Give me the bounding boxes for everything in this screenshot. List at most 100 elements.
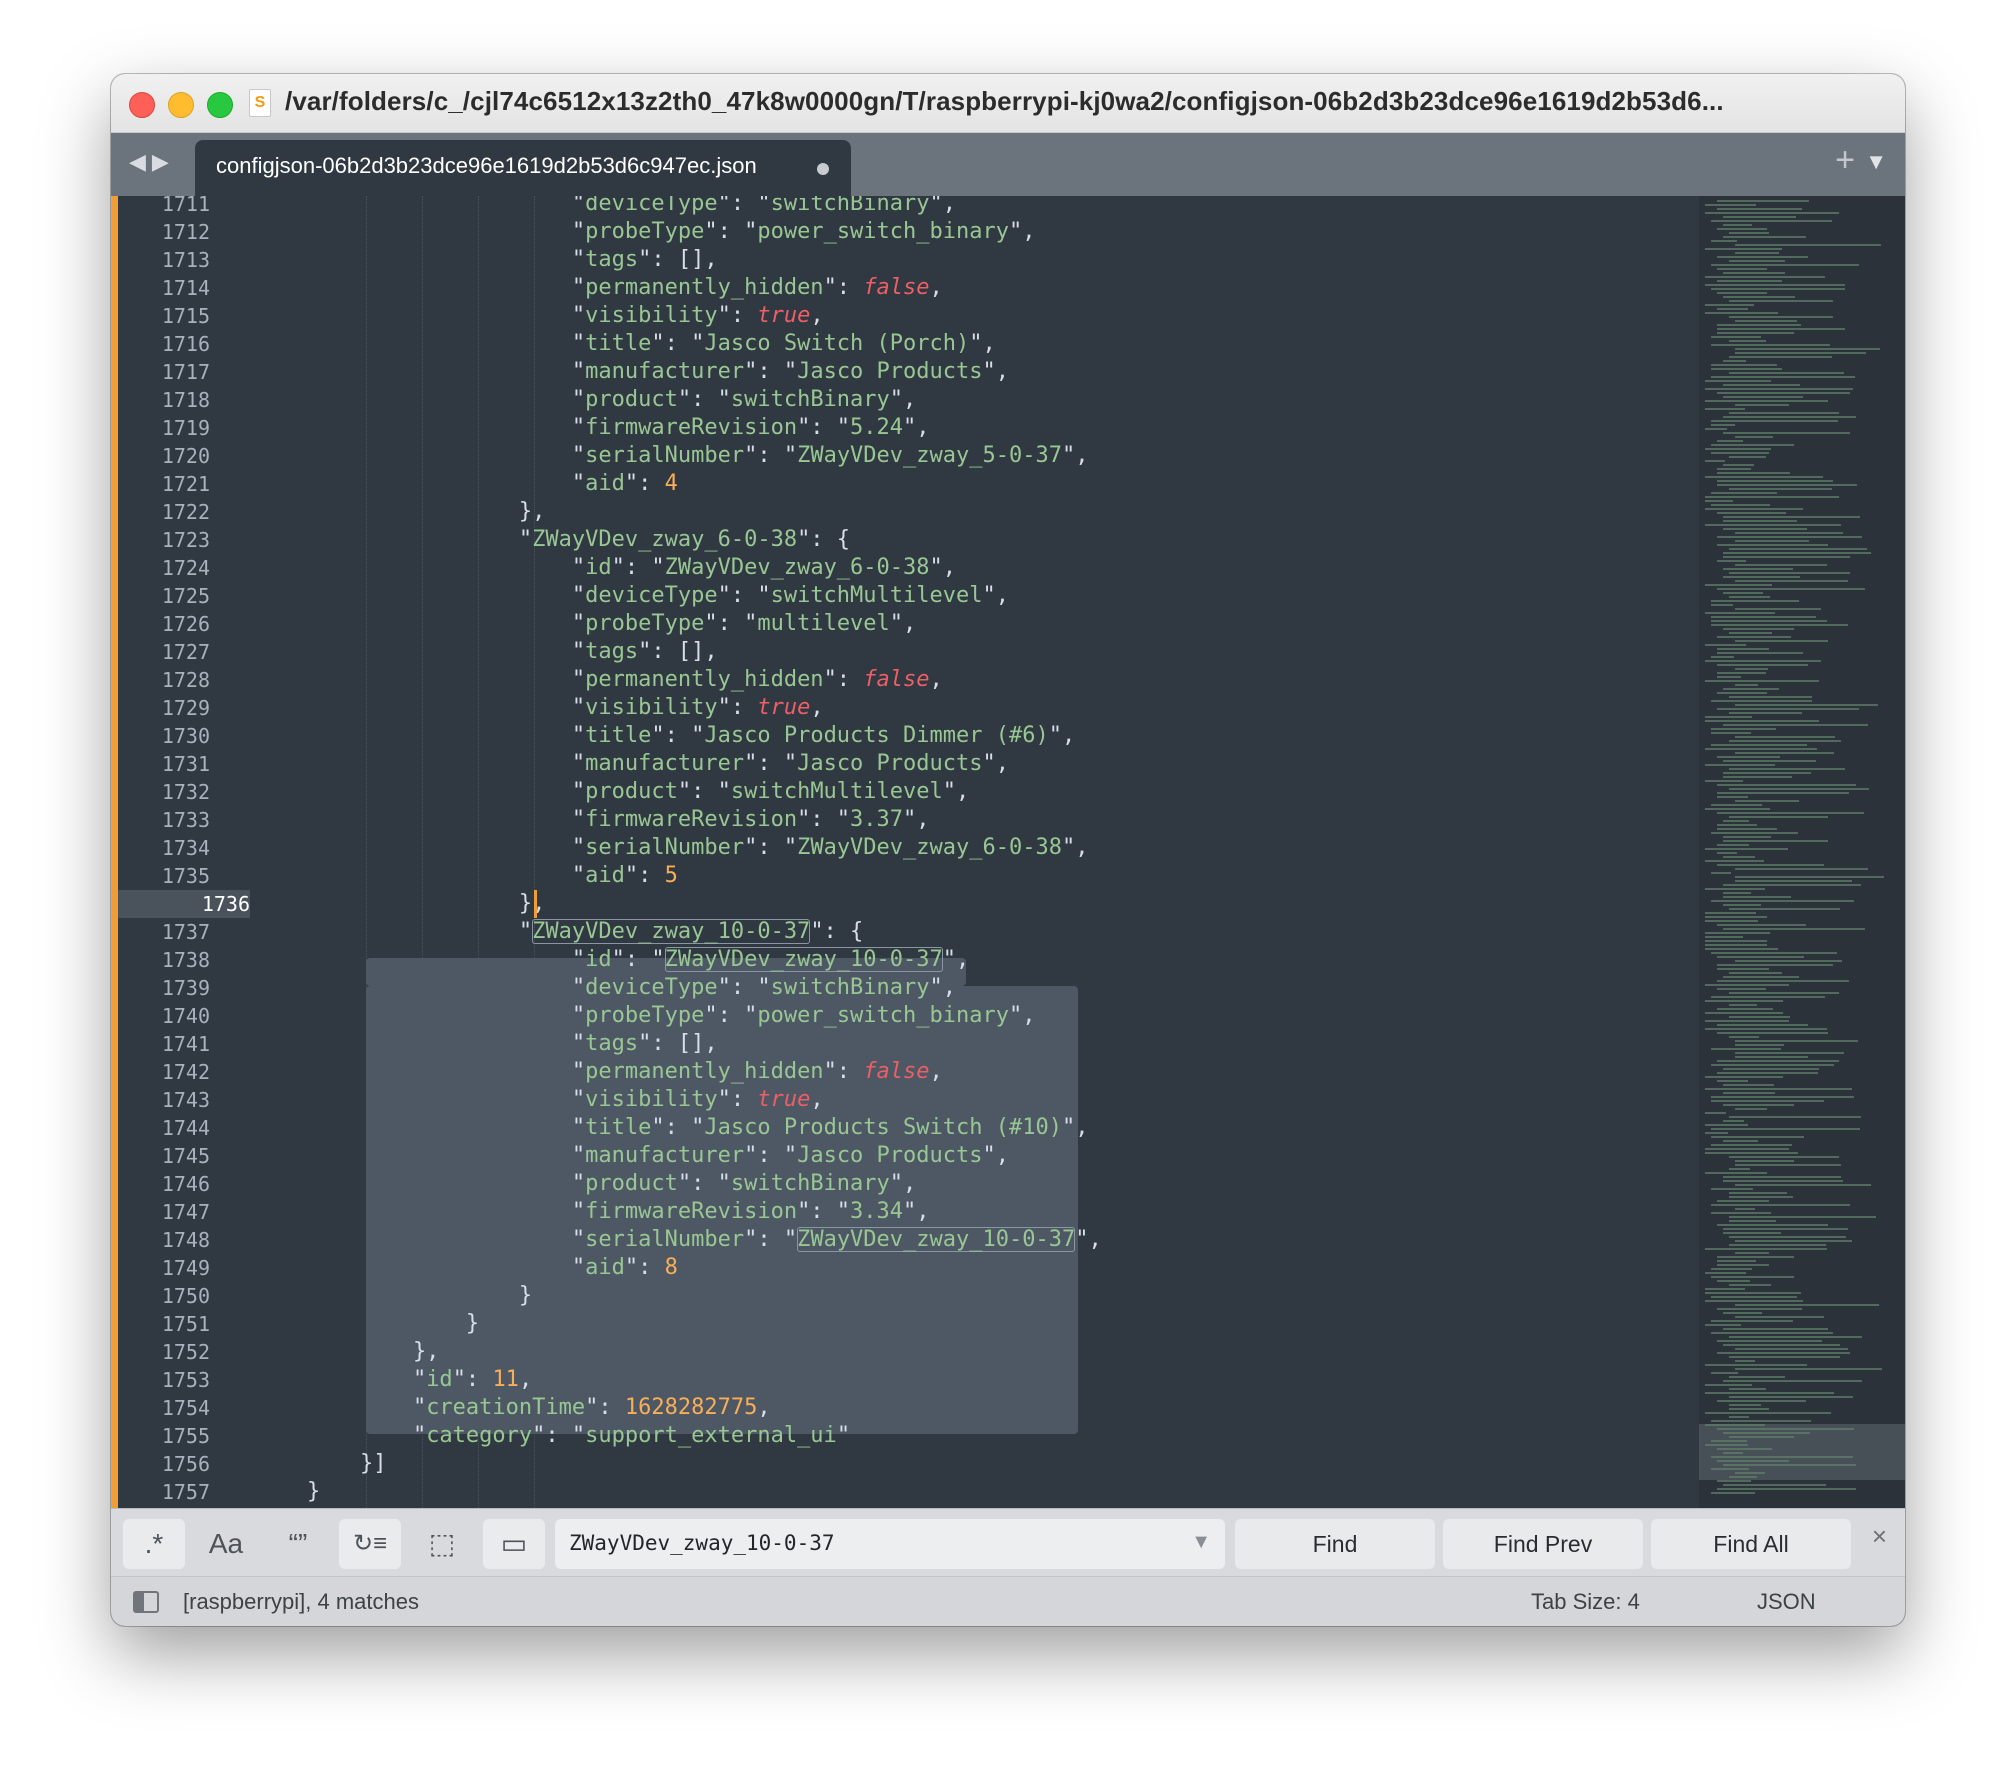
regex-toggle[interactable]: .* [123,1519,185,1569]
minimap-line [1717,796,1748,798]
code-line[interactable]: }, [254,1338,440,1366]
in-selection-toggle[interactable]: ⬚ [411,1519,473,1569]
minimap-line [1711,264,1859,266]
close-window-button[interactable] [129,92,155,118]
sidebar-toggle-icon[interactable] [133,1591,159,1613]
code-line[interactable]: "manufacturer": "Jasco Products", [254,750,1009,778]
code-line[interactable]: }, [254,890,546,918]
code-line[interactable]: "ZWayVDev_zway_6-0-38": { [254,526,850,554]
code-token: " [254,835,586,860]
zoom-window-button[interactable] [207,92,233,118]
syntax-indicator[interactable]: JSON [1757,1589,1816,1615]
code-line[interactable]: "firmwareRevision": "5.24", [254,414,930,442]
minimap-line [1729,816,1828,818]
find-all-button[interactable]: Find All [1651,1519,1851,1569]
code-line[interactable]: }] [254,1450,387,1478]
code-line[interactable]: "aid": 8 [254,1254,678,1282]
code-line[interactable]: "serialNumber": "ZWayVDev_zway_10-0-37", [254,1226,1102,1254]
editor-window: S /var/folders/c_/cjl74c6512x13z2th0_47k… [111,74,1905,1626]
code-token: , [929,1059,943,1084]
code-line[interactable]: "id": "ZWayVDev_zway_10-0-37", [254,946,969,974]
minimap-line [1705,460,1725,462]
minimap-line [1711,804,1762,806]
minimap-line [1717,924,1806,926]
code-line[interactable]: "manufacturer": "Jasco Products", [254,358,1009,386]
minimap[interactable] [1699,196,1905,1508]
code-token: support_external_ui [585,1423,837,1448]
code-line[interactable]: "ZWayVDev_zway_10-0-37": { [254,918,863,946]
code-line[interactable]: "creationTime": 1628282775, [254,1394,771,1422]
code-line[interactable]: "probeType": "multilevel", [254,610,916,638]
code-token: ": [], [638,639,718,664]
minimap-line [1711,604,1733,606]
minimap-line [1717,676,1741,678]
code-line[interactable]: "permanently_hidden": false, [254,1058,943,1086]
whole-word-toggle[interactable]: “” [267,1519,329,1569]
code-line[interactable]: "title": "Jasco Switch (Porch)", [254,330,996,358]
find-input[interactable]: ZWayVDev_zway_10-0-37 ▼ [555,1519,1225,1569]
code-editor[interactable]: 1711 1712 1713 1714 1715 1716 1717 1718 1719 1720… [111,196,1905,1508]
code-line[interactable]: "tags": [], [254,1030,718,1058]
case-sensitive-toggle[interactable]: Aa [195,1519,257,1569]
highlight-icon: ▭ [500,1528,528,1559]
find-prev-button[interactable]: Find Prev [1443,1519,1643,1569]
code-token: ": " [797,807,851,832]
code-line[interactable]: "deviceType": "switchBinary", [254,196,956,218]
code-token: ": " [704,1003,758,1028]
code-line[interactable]: "tags": [], [254,638,718,666]
code-token: visibility [585,303,718,328]
code-line[interactable]: "tags": [], [254,246,718,274]
code-line[interactable]: "firmwareRevision": "3.34", [254,1198,930,1226]
code-token: 3.34 [850,1199,904,1224]
minimap-line [1711,1420,1811,1422]
code-line[interactable]: "product": "switchBinary", [254,386,916,414]
code-line[interactable]: "aid": 4 [254,470,678,498]
code-line[interactable]: "firmwareRevision": "3.37", [254,806,930,834]
code-line[interactable]: "product": "switchMultilevel", [254,778,969,806]
code-line[interactable]: } [254,1478,320,1506]
code-line[interactable]: "visibility": true, [254,302,824,330]
code-line[interactable]: "serialNumber": "ZWayVDev_zway_6-0-38", [254,834,1089,862]
wrap-toggle[interactable]: ↻≡ [339,1519,401,1569]
highlight-matches-toggle[interactable]: ▭ [483,1519,545,1569]
minimize-window-button[interactable] [168,92,194,118]
tab-configjson[interactable]: configjson-06b2d3b23dce96e1619d2b53d6c94… [195,140,851,196]
code-line[interactable]: } [254,1282,532,1310]
minimap-line [1723,396,1803,398]
code-line[interactable]: "serialNumber": "ZWayVDev_zway_5-0-37", [254,442,1089,470]
code-line[interactable]: }, [254,498,546,526]
code-area[interactable]: "deviceType": "switchBinary", "probeType… [254,196,1754,1508]
code-line[interactable]: "manufacturer": "Jasco Products", [254,1142,1009,1170]
tab-menu-chevron-down-icon[interactable]: ▼ [1865,149,1887,175]
code-line[interactable]: "category": "support_external_ui" [254,1422,850,1450]
new-tab-plus-icon[interactable]: + [1835,141,1855,180]
minimap-line [1717,1460,1789,1462]
code-line[interactable]: "permanently_hidden": false, [254,666,943,694]
code-line[interactable]: "permanently_hidden": false, [254,274,943,302]
history-chevron-down-icon[interactable]: ▼ [1191,1531,1211,1554]
minimap-line [1723,820,1749,822]
code-line[interactable]: "probeType": "power_switch_binary", [254,1002,1036,1030]
code-line[interactable]: "deviceType": "switchBinary", [254,974,956,1002]
code-token: ": [], [638,1031,718,1056]
code-token: ": [823,667,864,692]
code-line[interactable]: "id": "ZWayVDev_zway_6-0-38", [254,554,956,582]
code-line[interactable]: "aid": 5 [254,862,678,890]
tab-size-indicator[interactable]: Tab Size: 4 [1531,1589,1640,1615]
code-line[interactable]: "visibility": true, [254,694,824,722]
code-line[interactable]: "title": "Jasco Products Switch (#10)", [254,1114,1089,1142]
code-line[interactable]: "id": 11, [254,1366,532,1394]
unsaved-dot-icon[interactable] [817,163,829,175]
minimap-line [1705,612,1775,614]
find-button[interactable]: Find [1235,1519,1435,1569]
tab-nav-arrows-icon[interactable]: ◀▶ [129,149,175,175]
code-line[interactable]: "product": "switchBinary", [254,1170,916,1198]
code-line[interactable]: "probeType": "power_switch_binary", [254,218,1036,246]
code-line[interactable]: "deviceType": "switchMultilevel", [254,582,1009,610]
code-line[interactable]: "title": "Jasco Products Dimmer (#6)", [254,722,1075,750]
code-line[interactable]: } [254,1310,479,1338]
code-line[interactable]: "visibility": true, [254,1086,824,1114]
close-find-panel-icon[interactable]: × [1872,1521,1887,1552]
code-token: serialNumber [585,1227,745,1252]
minimap-line [1735,1208,1755,1210]
